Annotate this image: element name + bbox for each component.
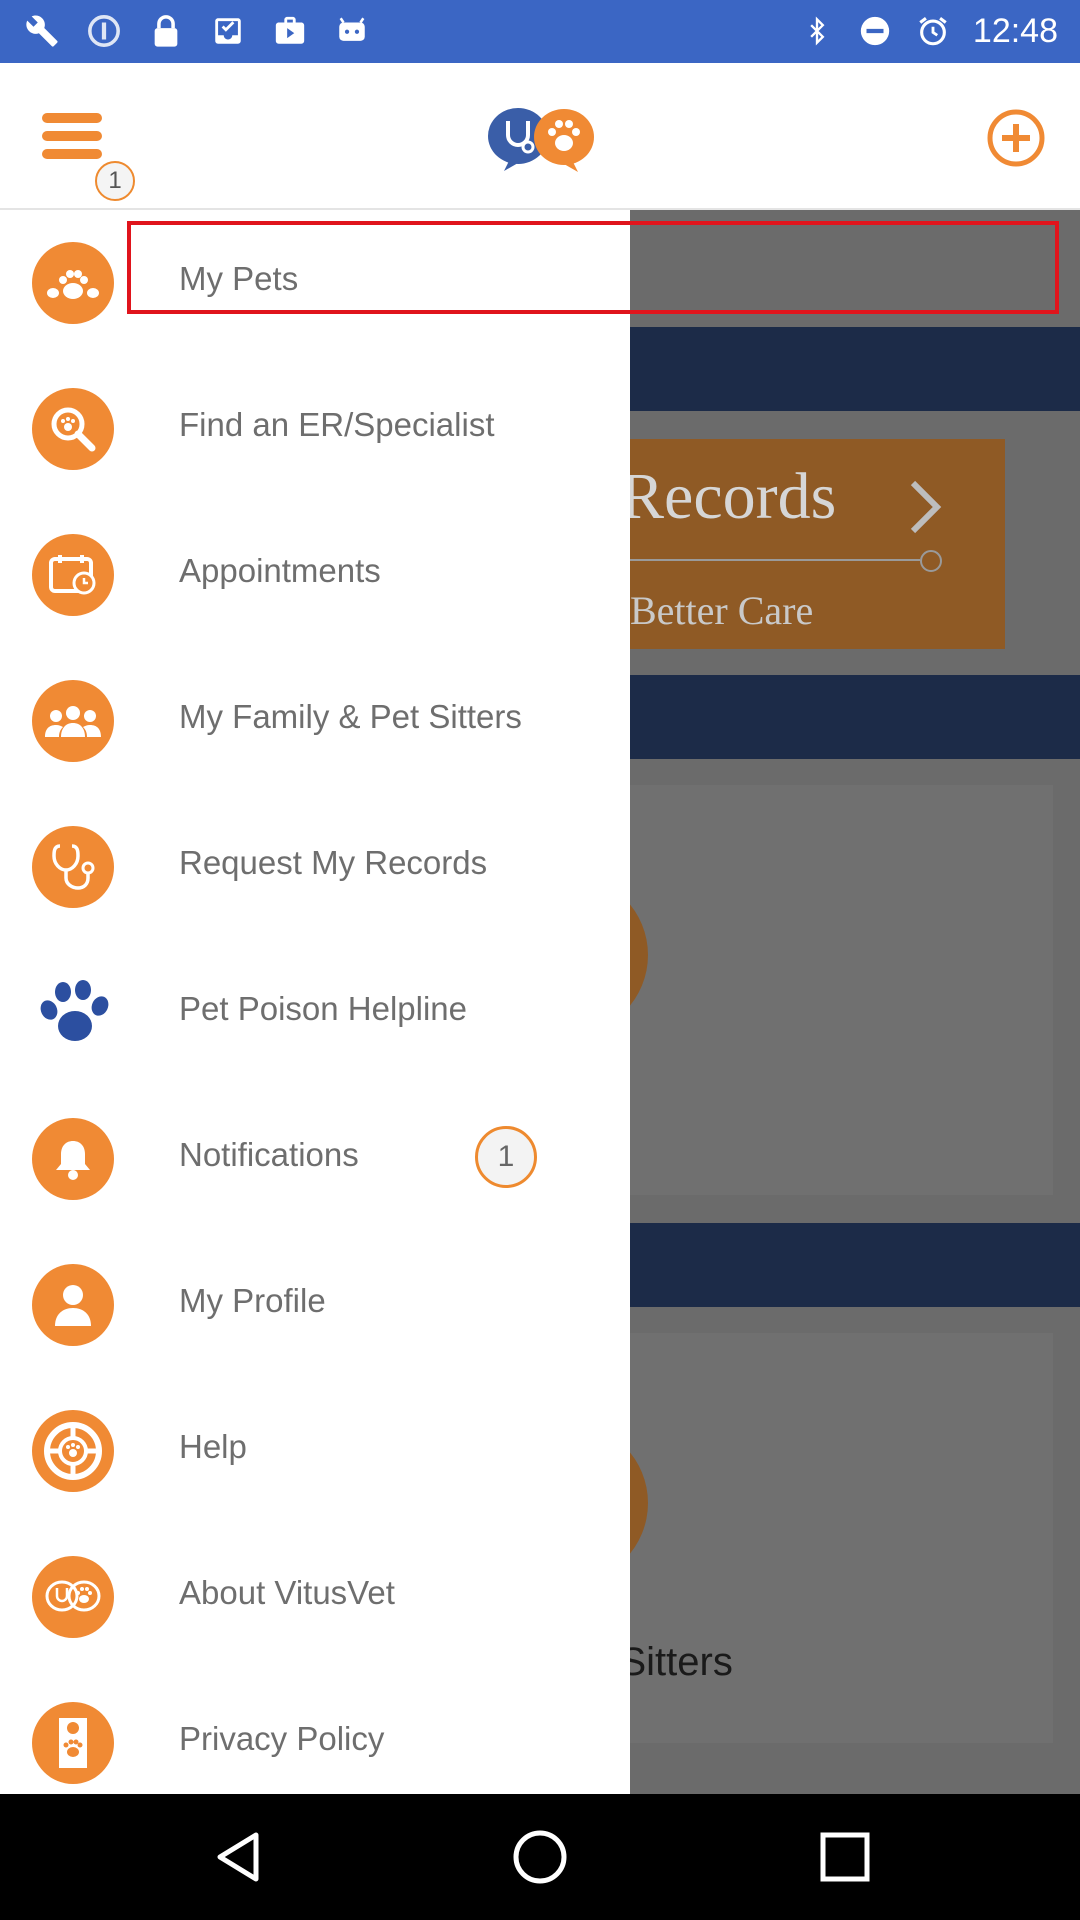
navigation-drawer: My Pets Find an ER/Specialist Appointmen… xyxy=(0,210,630,1794)
drawer-item-notifications[interactable]: Notifications 1 xyxy=(0,1086,630,1232)
vitusvet-logo xyxy=(482,103,600,173)
drawer-item-appointments[interactable]: Appointments xyxy=(0,502,630,648)
system-navigation-bar xyxy=(0,1794,1080,1920)
bluetooth-icon xyxy=(799,13,835,49)
menu-button[interactable] xyxy=(40,105,110,175)
chevron-right-icon xyxy=(910,480,942,534)
drawer-item-find-er-specialist[interactable]: Find an ER/Specialist xyxy=(0,356,630,502)
banner-divider-dot xyxy=(920,550,942,572)
hamburger-menu-icon xyxy=(42,113,102,159)
add-button[interactable] xyxy=(986,108,1046,168)
home-button[interactable] xyxy=(510,1827,570,1887)
recents-icon xyxy=(820,1832,870,1882)
calendar-clock-icon xyxy=(32,534,114,616)
do-not-disturb-icon xyxy=(857,13,893,49)
bell-icon xyxy=(32,1118,114,1200)
paws-icon xyxy=(32,242,114,324)
drawer-item-label: Find an ER/Specialist xyxy=(179,406,495,443)
vitusvet-logo-icon xyxy=(32,1556,114,1638)
banner-subtitle: Better Care xyxy=(630,588,814,633)
stethoscope-icon xyxy=(32,826,114,908)
drawer-item-help[interactable]: Help xyxy=(0,1378,630,1524)
magnifier-paw-icon xyxy=(32,388,114,470)
request-records-banner[interactable]: Records Better Care xyxy=(600,439,1005,649)
android-icon xyxy=(334,13,370,49)
drawer-item-label: Request My Records xyxy=(179,844,488,881)
lifebuoy-icon xyxy=(32,1410,114,1492)
back-icon xyxy=(217,1832,259,1882)
inbox-check-icon xyxy=(210,13,246,49)
notifications-count-badge: 1 xyxy=(475,1126,537,1188)
drawer-item-label: About VitusVet xyxy=(179,1574,395,1611)
recents-button[interactable] xyxy=(815,1827,875,1887)
banner-title: Records xyxy=(620,460,837,533)
content-card[interactable] xyxy=(620,785,1053,1195)
drawer-item-request-records[interactable]: Request My Records xyxy=(0,794,630,940)
drawer-item-label: My Family & Pet Sitters xyxy=(179,698,522,735)
drawer-item-label: Pet Poison Helpline xyxy=(179,990,468,1027)
highlight-box xyxy=(127,221,1059,314)
plus-circle-icon xyxy=(987,109,1045,167)
lock-icon xyxy=(148,13,184,49)
app-header: 1 xyxy=(0,63,1080,210)
paw-print-icon xyxy=(32,972,114,1054)
drawer-item-privacy-policy[interactable]: Privacy Policy xyxy=(0,1670,630,1794)
door-hanger-icon xyxy=(32,1702,114,1784)
drawer-item-label: Notifications xyxy=(179,1136,359,1173)
drawer-item-label: Privacy Policy xyxy=(179,1720,385,1757)
group-icon xyxy=(32,680,114,762)
blocked-icon xyxy=(86,13,122,49)
briefcase-icon xyxy=(272,13,308,49)
status-bar: 12:48 xyxy=(0,0,1080,63)
drawer-item-label: My Profile xyxy=(179,1282,326,1319)
wrench-icon xyxy=(24,13,60,49)
drawer-item-my-profile[interactable]: My Profile xyxy=(0,1232,630,1378)
banner-divider xyxy=(620,559,920,561)
drawer-item-pet-poison-helpline[interactable]: Pet Poison Helpline xyxy=(0,940,630,1086)
alarm-icon xyxy=(915,13,951,49)
drawer-item-label: Help xyxy=(179,1428,247,1465)
back-button[interactable] xyxy=(210,1827,270,1887)
drawer-item-label: Appointments xyxy=(179,552,381,589)
menu-notification-badge: 1 xyxy=(95,161,135,201)
drawer-item-family-pet-sitters[interactable]: My Family & Pet Sitters xyxy=(0,648,630,794)
status-clock: 12:48 xyxy=(972,11,1058,50)
drawer-item-about-vitusvet[interactable]: About VitusVet xyxy=(0,1524,630,1670)
person-icon xyxy=(32,1264,114,1346)
home-icon xyxy=(513,1830,567,1884)
